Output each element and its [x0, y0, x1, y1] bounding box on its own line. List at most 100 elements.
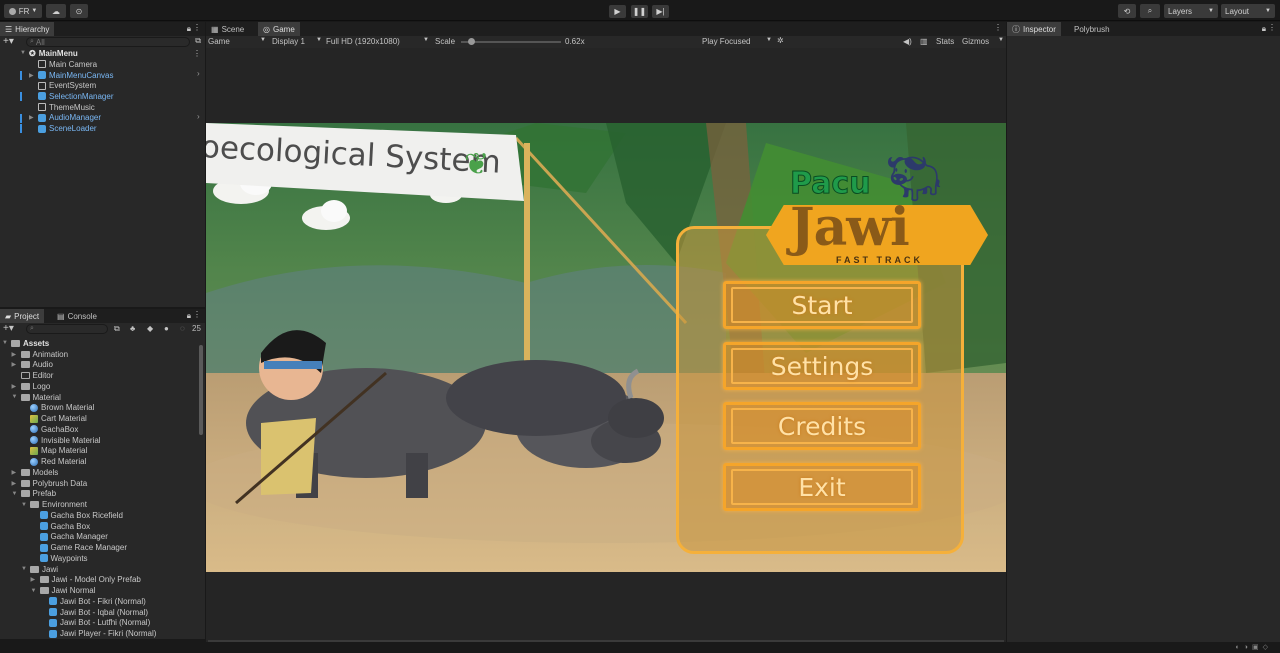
- scale-slider-track[interactable]: [461, 38, 561, 45]
- bug-icon[interactable]: ✲: [777, 36, 784, 45]
- scene-visibility-icon[interactable]: ⧉: [195, 36, 201, 46]
- project-tree-item[interactable]: Jawi Bot - Iqbal (Normal): [40, 607, 148, 618]
- visibility-count-icon[interactable]: ◌: [180, 324, 185, 333]
- expand-arrow-icon[interactable]: ▶: [31, 576, 37, 583]
- project-tree-item[interactable]: Gacha Box: [31, 521, 90, 532]
- menu-button-settings[interactable]: Settings: [723, 342, 921, 390]
- project-tree-item[interactable]: ▼ Assets: [2, 338, 49, 349]
- expand-arrow-icon[interactable]: ▶: [29, 72, 35, 79]
- add-icon[interactable]: +▾: [3, 36, 14, 47]
- collab-button[interactable]: ⊙: [70, 4, 88, 18]
- lock-icon[interactable]: 🔒︎: [187, 311, 191, 321]
- kebab-menu-icon[interactable]: ⋮: [994, 23, 1002, 32]
- expand-arrow-icon[interactable]: ▼: [31, 588, 37, 594]
- expand-arrow-icon[interactable]: ▼: [12, 491, 18, 497]
- search-button[interactable]: ⌕: [1140, 4, 1160, 18]
- hierarchy-search-input[interactable]: ⌕ All: [26, 37, 190, 47]
- project-tree-item[interactable]: ▶ Jawi - Model Only Prefab: [31, 575, 141, 586]
- tab-scene[interactable]: ▦ Scene: [206, 22, 249, 36]
- project-tree-item[interactable]: Waypoints: [31, 553, 88, 564]
- search-by-label-icon[interactable]: ♣: [130, 324, 135, 333]
- layout-dropdown[interactable]: Layout ▼: [1221, 4, 1275, 18]
- expand-arrow-icon[interactable]: ▶: [29, 114, 35, 121]
- cloud-button[interactable]: ☁: [46, 4, 66, 18]
- kebab-menu-icon[interactable]: ⋮: [193, 310, 201, 319]
- hierarchy-item[interactable]: SceneLoader: [20, 123, 97, 134]
- kebab-menu-icon[interactable]: ⋮: [193, 23, 201, 32]
- tab-project[interactable]: ▰ Project: [0, 309, 45, 323]
- project-tree-item[interactable]: Jawi Bot - Fikri (Normal): [40, 596, 146, 607]
- play-mode-dropdown[interactable]: Play Focused ▼: [702, 37, 772, 46]
- tab-hierarchy[interactable]: ☰ Hierarchy: [0, 22, 55, 36]
- stats-chart-icon[interactable]: ▥: [920, 37, 928, 46]
- scene-root-row[interactable]: ▼ ✪ MainMenu: [20, 48, 78, 59]
- lock-icon[interactable]: 🔒︎: [187, 24, 191, 34]
- project-tree-item[interactable]: Invisible Material: [21, 435, 101, 446]
- project-tree-item[interactable]: ▼ Prefab: [12, 489, 57, 500]
- pause-button[interactable]: ❚❚: [631, 5, 648, 18]
- kebab-menu-icon[interactable]: ⋮: [1268, 23, 1276, 32]
- project-tree-item[interactable]: ▶ Polybrush Data: [12, 478, 88, 489]
- history-button[interactable]: ⟲: [1118, 4, 1136, 18]
- expand-arrow-icon[interactable]: ▶: [12, 480, 18, 487]
- stats-label[interactable]: Stats: [936, 37, 954, 46]
- project-tree-item[interactable]: Map Material: [21, 446, 87, 457]
- project-tree-item[interactable]: Gacha Box Ricefield: [31, 510, 123, 521]
- hierarchy-item[interactable]: ▶ MainMenuCanvas: [20, 70, 113, 81]
- project-tree-item[interactable]: Red Material: [21, 456, 86, 467]
- menu-button-exit[interactable]: Exit: [723, 463, 921, 511]
- layers-dropdown[interactable]: Layers ▼: [1164, 4, 1218, 18]
- search-by-type-icon[interactable]: ⧉: [114, 324, 120, 334]
- expand-arrow-icon[interactable]: ▼: [21, 566, 27, 572]
- display-dropdown[interactable]: Display 1 ▼: [272, 37, 322, 46]
- hierarchy-item[interactable]: ▶ AudioManager: [20, 113, 101, 124]
- menu-button-credits[interactable]: Credits: [723, 402, 921, 450]
- step-button[interactable]: ▶|: [652, 5, 669, 18]
- hierarchy-item[interactable]: EventSystem: [29, 80, 96, 91]
- project-tree-item[interactable]: ▼ Jawi: [21, 564, 58, 575]
- chevron-right-icon[interactable]: ›: [197, 112, 200, 121]
- project-tree-item[interactable]: Gacha Manager: [31, 532, 108, 543]
- game-render[interactable]: oecological System ❦ Pacu 🐃︎ Jawi FAST T…: [206, 123, 1006, 572]
- expand-arrow-icon[interactable]: ▶: [12, 361, 18, 368]
- resolution-dropdown[interactable]: Full HD (1920x1080) ▼: [326, 37, 429, 46]
- project-scrollbar[interactable]: [199, 345, 203, 435]
- project-tree-item[interactable]: ▶ Animation: [12, 349, 69, 360]
- add-icon[interactable]: +▾: [3, 323, 14, 334]
- status-icons[interactable]: ◐◑▣◇: [1236, 643, 1272, 651]
- expand-arrow-icon[interactable]: ▶: [12, 383, 18, 390]
- game-type-dropdown[interactable]: Game ▼: [208, 37, 266, 46]
- lock-icon[interactable]: 🔒︎: [1262, 24, 1266, 34]
- tab-polybrush[interactable]: Polybrush: [1069, 22, 1115, 36]
- expand-arrow-icon[interactable]: ▼: [21, 502, 27, 508]
- tag-icon[interactable]: ◆: [147, 324, 153, 333]
- tab-game[interactable]: ◎ Game: [258, 22, 300, 36]
- gizmos-dropdown[interactable]: Gizmos ▼: [962, 37, 1004, 46]
- expand-arrow-icon[interactable]: ▼: [2, 340, 8, 346]
- project-tree-item[interactable]: ▶ Audio: [12, 360, 53, 371]
- tab-inspector[interactable]: ⓘ Inspector: [1007, 22, 1061, 36]
- project-tree-item[interactable]: ▶ Logo: [12, 381, 51, 392]
- project-tree-item[interactable]: Jawi Bot - Lutfhi (Normal): [40, 618, 150, 629]
- expand-arrow-icon[interactable]: ▶: [12, 469, 18, 476]
- play-button[interactable]: ▶: [609, 5, 626, 18]
- account-button[interactable]: FR ▼: [4, 4, 42, 18]
- project-tree-item[interactable]: GachaBox: [21, 424, 78, 435]
- project-tree-item[interactable]: ▼ Environment: [21, 499, 87, 510]
- tab-console[interactable]: ▤ Console: [52, 309, 102, 323]
- project-tree-item[interactable]: ▼ Jawi Normal: [31, 585, 96, 596]
- scale-slider-handle[interactable]: [468, 38, 475, 45]
- hidden-packages-icon[interactable]: ●: [164, 324, 169, 333]
- project-search-input[interactable]: ⌕: [26, 324, 108, 334]
- expand-arrow-icon[interactable]: ▶: [12, 351, 18, 358]
- scene-menu-icon[interactable]: ⋮: [193, 49, 201, 58]
- project-tree-item[interactable]: Editor: [12, 370, 53, 381]
- chevron-right-icon[interactable]: ›: [197, 69, 200, 78]
- hierarchy-item[interactable]: Main Camera: [29, 59, 97, 70]
- project-tree-item[interactable]: Cart Material: [21, 413, 87, 424]
- hierarchy-item[interactable]: ThemeMusic: [29, 102, 95, 113]
- audio-mute-icon[interactable]: ◀): [903, 37, 912, 46]
- hierarchy-item[interactable]: SelectionManager: [20, 91, 113, 102]
- project-tree-item[interactable]: ▶ Models: [12, 467, 59, 478]
- project-tree-item[interactable]: Brown Material: [21, 403, 94, 414]
